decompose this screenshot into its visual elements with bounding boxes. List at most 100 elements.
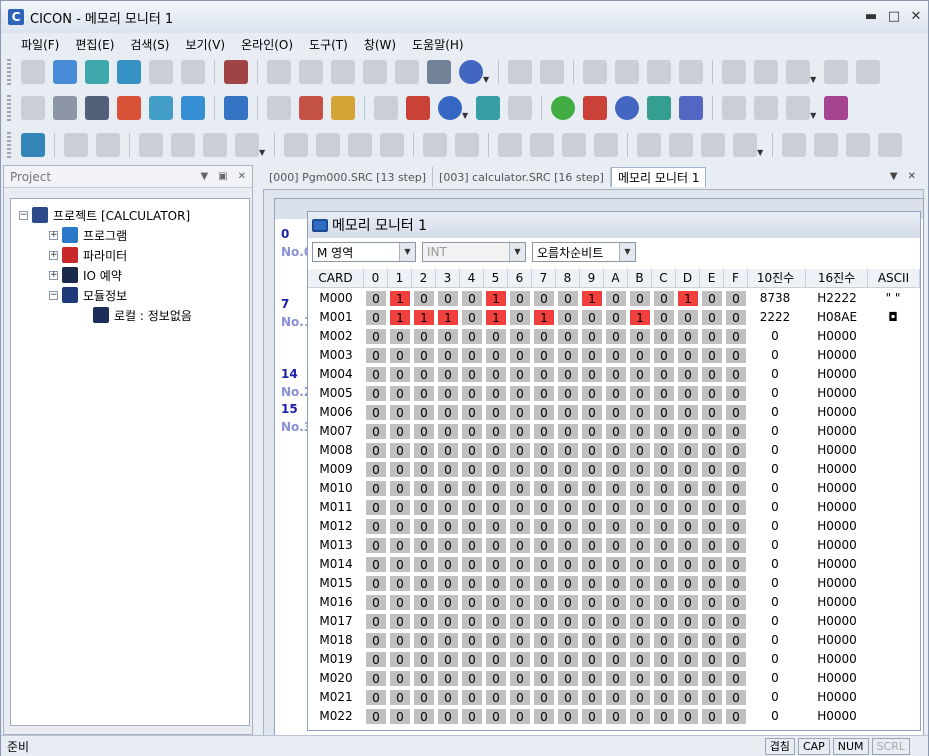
help-icon[interactable] — [459, 60, 483, 84]
menu-file[interactable]: 파일(F) — [13, 36, 67, 53]
bit-cell[interactable]: 0 — [437, 670, 459, 687]
bit-cell[interactable]: 0 — [365, 347, 387, 364]
bit-cell[interactable]: 0 — [533, 518, 555, 535]
bit-cell[interactable]: 0 — [725, 480, 747, 497]
bit-cell[interactable]: 0 — [413, 575, 435, 592]
bit-cell[interactable]: 0 — [461, 632, 483, 649]
insert-row-icon[interactable] — [722, 60, 747, 84]
bit-cell[interactable]: 0 — [365, 594, 387, 611]
info-icon[interactable] — [406, 96, 430, 120]
bit-cell[interactable]: 0 — [677, 442, 699, 459]
bit-cell[interactable]: 0 — [413, 290, 435, 307]
bit-cell[interactable]: 0 — [509, 480, 531, 497]
find-icon[interactable] — [786, 60, 811, 84]
bit-cell[interactable]: 0 — [557, 670, 579, 687]
bit-cell[interactable]: 0 — [605, 328, 627, 345]
bit-cell[interactable]: 0 — [653, 575, 675, 592]
chevron-down-icon[interactable]: ▼ — [462, 111, 468, 120]
bit-cell[interactable]: 0 — [413, 613, 435, 630]
bit-cell[interactable]: 0 — [509, 385, 531, 402]
bit-cell[interactable]: 0 — [533, 708, 555, 725]
menu-view[interactable]: 보기(V) — [177, 36, 233, 53]
bit-cell[interactable]: 0 — [725, 651, 747, 668]
bit-cell[interactable]: 0 — [677, 689, 699, 706]
bit-cell[interactable]: 0 — [413, 404, 435, 421]
bit-cell[interactable]: 0 — [557, 480, 579, 497]
bit-cell[interactable]: 0 — [365, 385, 387, 402]
bit-cell[interactable]: 0 — [389, 461, 411, 478]
bit-cell[interactable]: 0 — [485, 404, 507, 421]
bit-cell[interactable]: 0 — [725, 347, 747, 364]
bit-cell[interactable]: 0 — [365, 670, 387, 687]
maximize-button[interactable]: □ — [885, 9, 903, 25]
bit-cell[interactable]: 0 — [437, 290, 459, 307]
bit-cell[interactable]: 0 — [509, 404, 531, 421]
bit-cell[interactable]: 0 — [533, 461, 555, 478]
bit-cell[interactable]: 0 — [389, 423, 411, 440]
trend-chart-icon[interactable] — [679, 96, 704, 120]
bit-cell[interactable]: 0 — [485, 328, 507, 345]
f4-icon[interactable] — [455, 133, 480, 157]
bit-cell[interactable]: 1 — [437, 309, 459, 326]
chevron-down-icon[interactable]: ▼ — [810, 75, 816, 84]
bit-cell[interactable]: 0 — [605, 632, 627, 649]
bit-cell[interactable]: 0 — [509, 594, 531, 611]
bit-cell[interactable]: 1 — [581, 290, 603, 307]
bit-cell[interactable]: 0 — [557, 689, 579, 706]
compare-icon[interactable] — [181, 96, 205, 120]
bit-cell[interactable]: 0 — [581, 613, 603, 630]
bit-cell[interactable]: 0 — [677, 309, 699, 326]
bit-cell[interactable]: 0 — [437, 385, 459, 402]
bit-cell[interactable]: 0 — [461, 347, 483, 364]
bit-cell[interactable]: 0 — [485, 651, 507, 668]
run-icon[interactable] — [267, 96, 291, 120]
bit-cell[interactable]: 0 — [557, 556, 579, 573]
bit-cell[interactable]: 0 — [605, 575, 627, 592]
bit-cell[interactable]: 0 — [413, 366, 435, 383]
bit-cell[interactable]: 0 — [581, 537, 603, 554]
bit-cell[interactable]: 0 — [677, 404, 699, 421]
bit-cell[interactable]: 0 — [509, 347, 531, 364]
bit-cell[interactable]: 0 — [605, 480, 627, 497]
bit-cell[interactable]: 0 — [677, 632, 699, 649]
bit-cell[interactable]: 0 — [485, 366, 507, 383]
print-icon[interactable] — [427, 60, 451, 84]
bit-cell[interactable]: 1 — [629, 309, 651, 326]
bit-cell[interactable]: 0 — [365, 366, 387, 383]
bit-cell[interactable]: 0 — [389, 518, 411, 535]
tree-item-project[interactable]: − 프로젝트 [CALCULATOR] — [19, 205, 190, 225]
bit-cell[interactable]: 0 — [437, 594, 459, 611]
bit-cell[interactable]: 0 — [437, 651, 459, 668]
bit-cell[interactable]: 0 — [557, 347, 579, 364]
bit-cell[interactable]: 0 — [629, 518, 651, 535]
bit-cell[interactable]: 0 — [365, 575, 387, 592]
sf2-icon[interactable] — [316, 133, 341, 157]
bit-cell[interactable]: 0 — [413, 499, 435, 516]
collapse-icon[interactable]: − — [19, 210, 28, 220]
bit-cell[interactable]: 0 — [461, 309, 483, 326]
lock-icon[interactable] — [374, 96, 398, 120]
esc-icon[interactable] — [284, 133, 309, 157]
bit-cell[interactable]: 0 — [557, 613, 579, 630]
bit-cell[interactable]: 0 — [413, 594, 435, 611]
bit-cell[interactable]: 0 — [653, 518, 675, 535]
bit-cell[interactable]: 0 — [653, 347, 675, 364]
bit-cell[interactable]: 0 — [701, 632, 723, 649]
bit-cell[interactable]: 0 — [365, 423, 387, 440]
bit-cell[interactable]: 0 — [485, 708, 507, 725]
bit-cell[interactable]: 0 — [629, 442, 651, 459]
bit-cell[interactable]: 0 — [533, 575, 555, 592]
bit-cell[interactable]: 0 — [581, 575, 603, 592]
upload-icon[interactable] — [363, 60, 387, 84]
bit-cell[interactable]: 0 — [557, 537, 579, 554]
bit-cell[interactable]: 0 — [485, 594, 507, 611]
bit-cell[interactable]: 0 — [557, 461, 579, 478]
expand-icon[interactable]: + — [49, 250, 58, 260]
paste-icon[interactable] — [647, 60, 672, 84]
bit-cell[interactable]: 0 — [533, 556, 555, 573]
bit-cell[interactable]: 0 — [509, 651, 531, 668]
bit-cell[interactable]: 0 — [677, 613, 699, 630]
bit-cell[interactable]: 0 — [725, 499, 747, 516]
bit-cell[interactable]: 0 — [725, 518, 747, 535]
bit-cell[interactable]: 0 — [653, 556, 675, 573]
